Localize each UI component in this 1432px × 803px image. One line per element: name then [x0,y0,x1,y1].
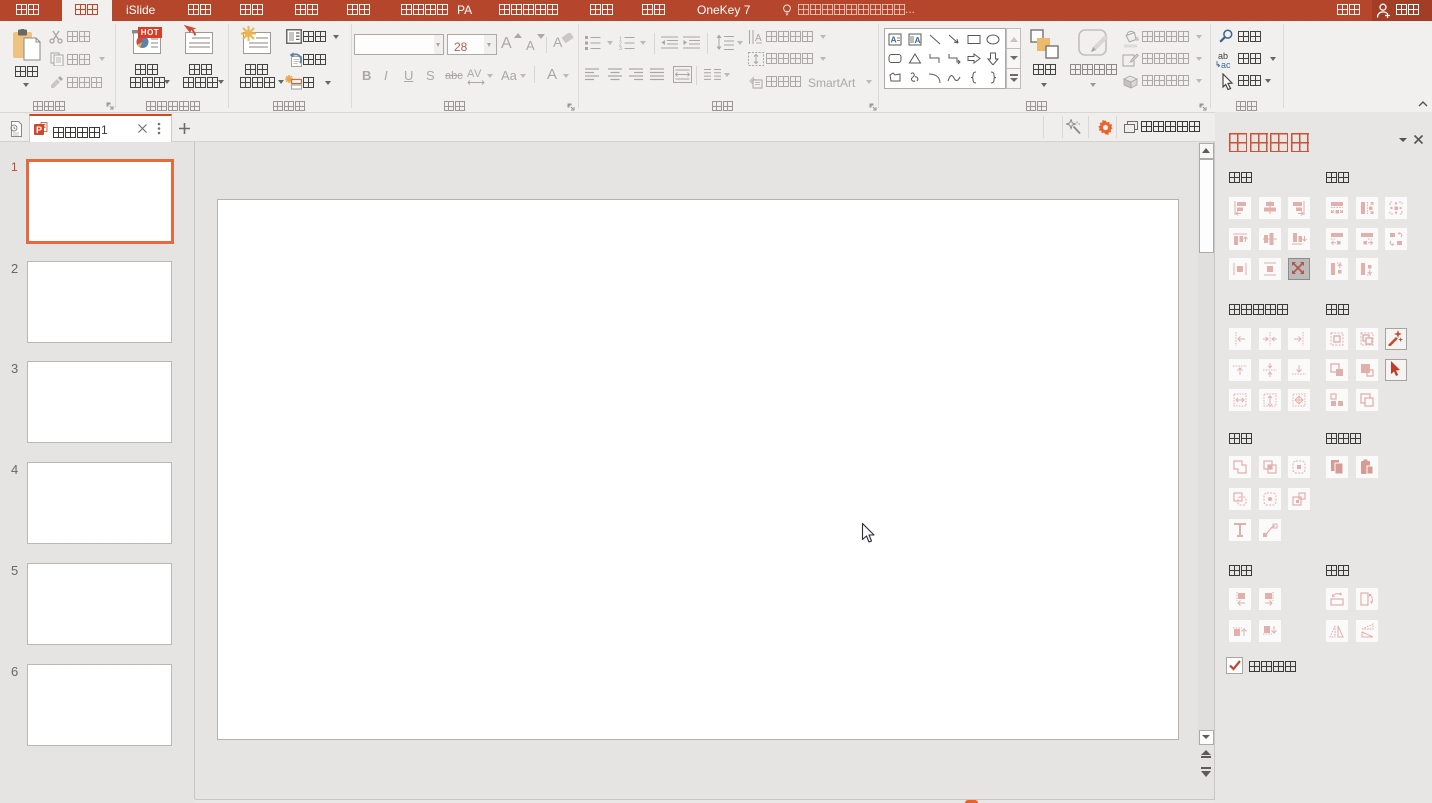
svg-text:A: A [891,35,897,45]
svg-text:A: A [755,33,762,44]
svg-text:P: P [36,125,42,135]
svg-text:3: 3 [619,46,622,50]
svg-text:ac: ac [1221,60,1231,69]
svg-text:A: A [915,35,921,45]
